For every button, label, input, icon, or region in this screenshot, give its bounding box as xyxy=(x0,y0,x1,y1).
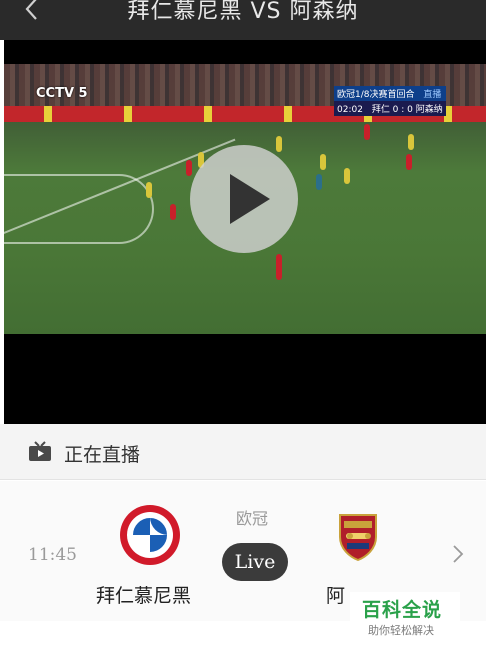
watermark-subtitle: 助你轻松解决 xyxy=(368,624,434,637)
scoreboard: 欧冠1/8决赛首回合 直播 02:02 拜仁 0 : 0 阿森纳 xyxy=(334,86,446,116)
arsenal-logo-icon xyxy=(339,514,377,561)
scoreboard-competition: 欧冠1/8决赛首回合 直播 xyxy=(334,86,446,101)
pitch-line xyxy=(4,174,154,244)
player xyxy=(276,254,282,280)
chevron-right-icon[interactable] xyxy=(452,543,464,571)
play-button[interactable] xyxy=(190,145,298,253)
score-text: 拜仁 0 : 0 阿森纳 xyxy=(371,105,443,115)
match-time: 11:45 xyxy=(28,545,77,565)
channel-logo: CCTV 5 xyxy=(36,86,88,101)
broadcast-status: 直播 xyxy=(423,90,442,100)
home-team-name: 拜仁慕尼黑 xyxy=(96,585,192,607)
watermark-title: 百科全说 xyxy=(362,599,443,621)
watermark: 百科全说 助你轻松解决 xyxy=(350,592,460,648)
competition-label: 欧冠1/8决赛首回合 xyxy=(337,90,415,100)
live-section-header: 正在直播 xyxy=(0,424,486,480)
top-bar: 拜仁慕尼黑 VS 阿森纳 xyxy=(0,0,486,40)
bayern-logo-icon xyxy=(120,505,180,565)
page-title: 拜仁慕尼黑 VS 阿森纳 xyxy=(127,0,359,24)
app-screen: 拜仁慕尼黑 VS 阿森纳 CCTV 5 欧冠1/8决赛首回合 直播 02:02 … xyxy=(0,0,486,671)
player xyxy=(276,136,282,152)
player xyxy=(406,154,412,170)
live-section-title: 正在直播 xyxy=(64,444,141,466)
player xyxy=(170,204,176,220)
live-badge: Live xyxy=(222,543,288,581)
scoreboard-score: 02:02 拜仁 0 : 0 阿森纳 xyxy=(334,101,446,116)
player xyxy=(408,134,414,150)
player xyxy=(344,168,350,184)
player xyxy=(364,124,370,140)
match-clock: 02:02 xyxy=(337,105,363,115)
league-label: 欧冠 xyxy=(236,509,269,528)
video-player[interactable]: CCTV 5 欧冠1/8决赛首回合 直播 02:02 拜仁 0 : 0 阿森纳 xyxy=(4,40,486,424)
play-icon xyxy=(230,174,270,224)
player xyxy=(316,174,322,190)
player xyxy=(186,160,192,176)
away-team-name: 阿 xyxy=(326,585,346,607)
player xyxy=(146,182,152,198)
tv-icon xyxy=(29,441,51,461)
player xyxy=(320,154,326,170)
